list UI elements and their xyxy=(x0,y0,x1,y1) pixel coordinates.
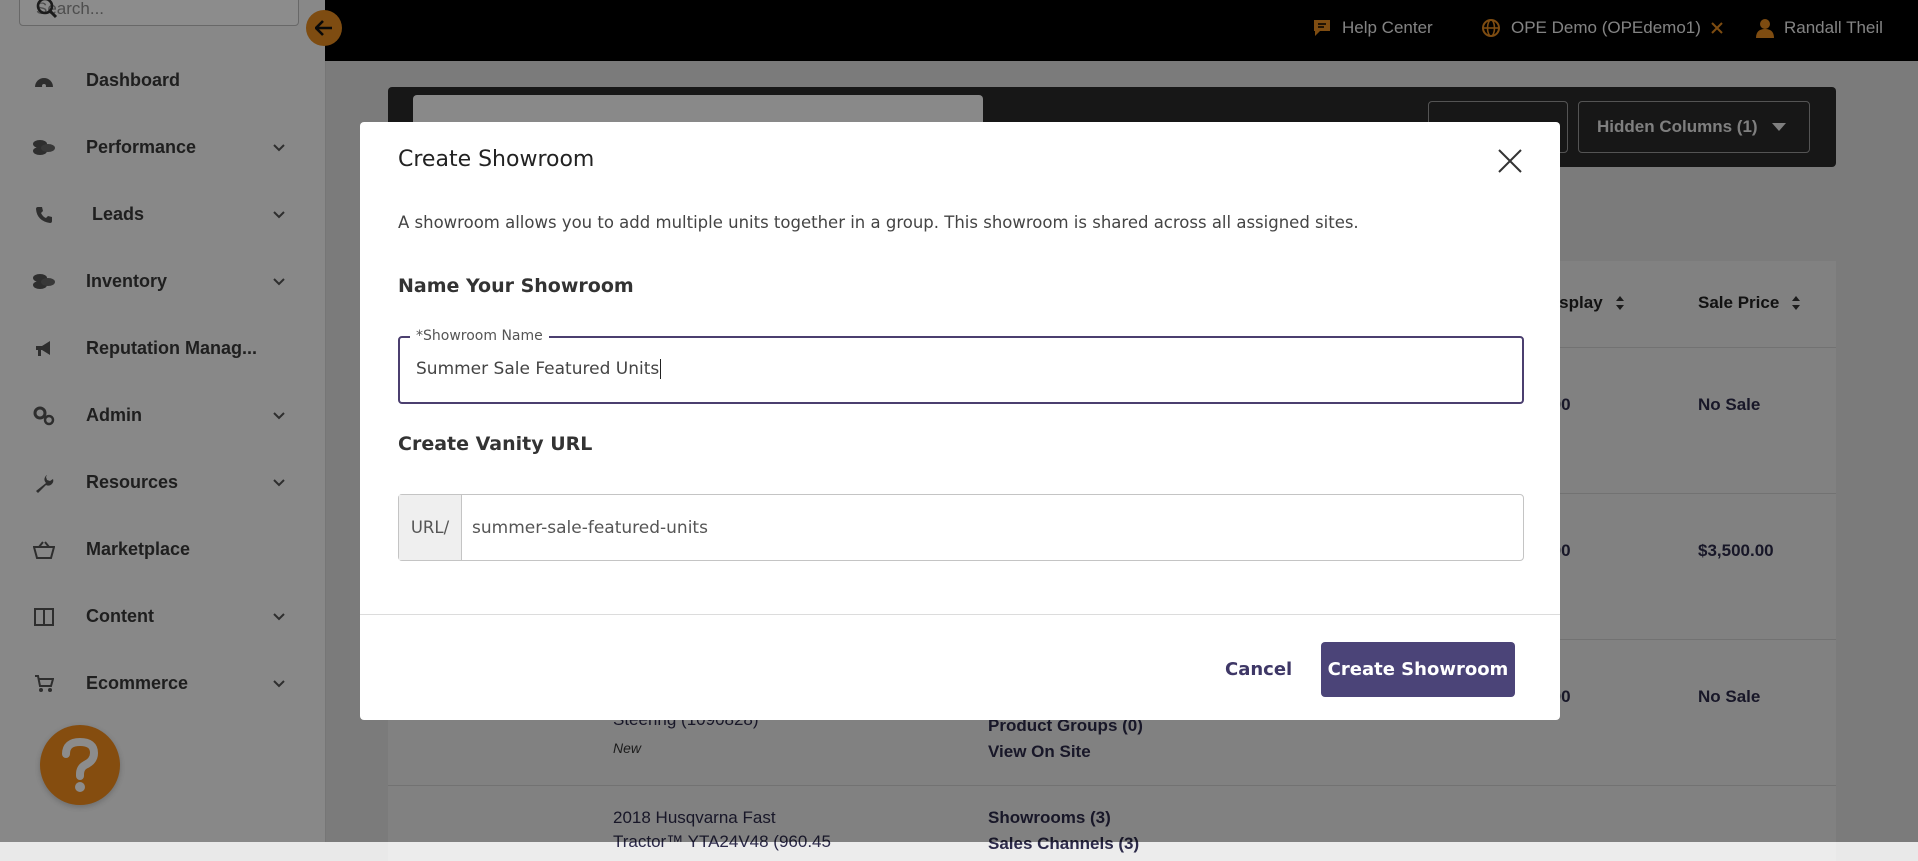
showroom-name-field[interactable]: *Showroom Name Summer Sale Featured Unit… xyxy=(398,328,1524,404)
vanity-url-field[interactable]: URL/ summer-sale-featured-units xyxy=(398,494,1524,561)
close-icon[interactable] xyxy=(1495,146,1525,176)
showroom-name-input[interactable]: Summer Sale Featured Units xyxy=(416,359,1496,379)
create-showroom-button[interactable]: Create Showroom xyxy=(1321,642,1515,697)
modal-description: A showroom allows you to add multiple un… xyxy=(398,213,1359,232)
showroom-name-value: Summer Sale Featured Units xyxy=(416,359,660,379)
cancel-button[interactable]: Cancel xyxy=(1210,642,1307,697)
url-prefix: URL/ xyxy=(399,495,462,560)
name-heading: Name Your Showroom xyxy=(398,275,634,297)
vanity-url-heading: Create Vanity URL xyxy=(398,433,593,455)
text-cursor xyxy=(660,359,662,379)
vanity-url-input[interactable]: summer-sale-featured-units xyxy=(462,495,1523,560)
create-showroom-modal: Create Showroom A showroom allows you to… xyxy=(360,122,1560,720)
modal-footer-divider xyxy=(360,614,1560,615)
showroom-name-label: *Showroom Name xyxy=(410,328,549,344)
modal-title: Create Showroom xyxy=(398,147,595,172)
